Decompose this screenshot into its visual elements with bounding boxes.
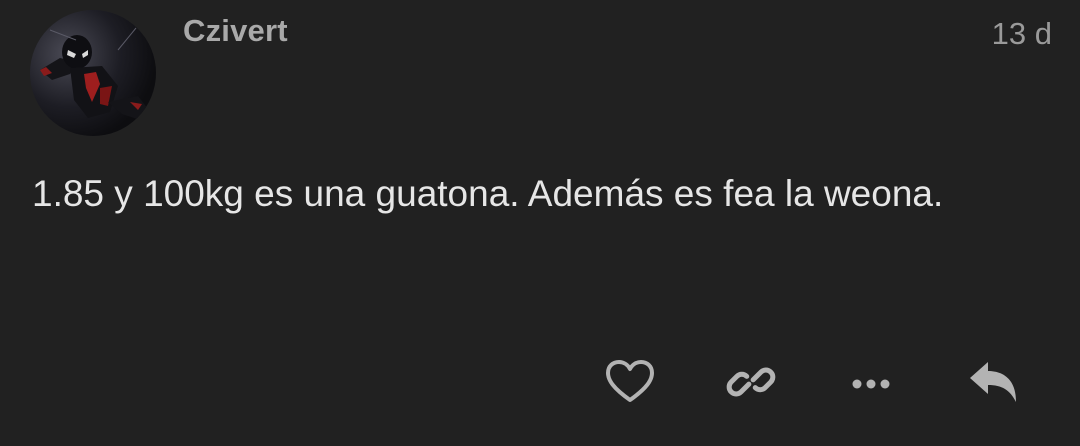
like-button[interactable] — [602, 356, 658, 408]
heart-icon — [606, 360, 654, 402]
more-horizontal-icon — [852, 379, 890, 389]
more-options-button[interactable] — [843, 356, 899, 408]
link-icon — [726, 367, 776, 397]
post: Czivert 13 d 1.85 y 100kg es una guatona… — [0, 0, 1080, 446]
reply-button[interactable] — [965, 356, 1021, 408]
spiderman-avatar-icon — [30, 10, 156, 136]
avatar[interactable] — [30, 10, 156, 136]
post-body: 1.85 y 100kg es una guatona. Además es f… — [32, 173, 944, 214]
copy-link-button[interactable] — [723, 356, 779, 408]
post-timestamp: 13 d — [991, 16, 1052, 51]
reply-icon — [970, 362, 1016, 402]
author-name[interactable]: Czivert — [183, 12, 288, 50]
post-actions — [0, 356, 1080, 408]
